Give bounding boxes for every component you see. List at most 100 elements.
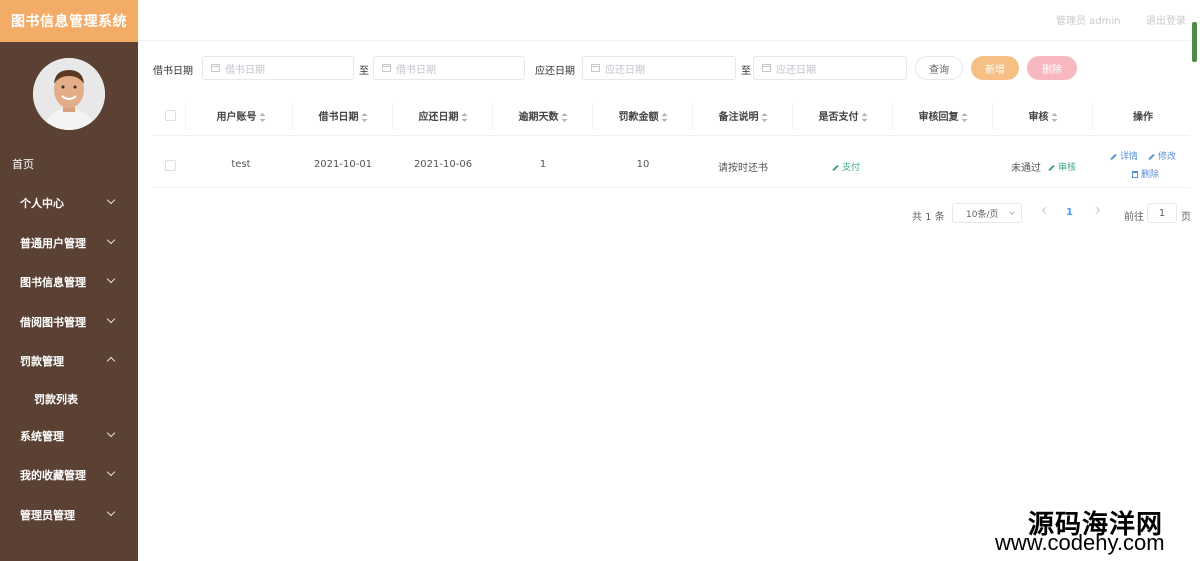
- input-placeholder: 应还日期: [605, 64, 645, 76]
- column-divider: [392, 102, 393, 130]
- input-placeholder: 借书日期: [225, 64, 265, 76]
- cell-overdue-days: 1: [539, 159, 547, 170]
- sidebar-item-label: 管理员管理: [20, 509, 75, 522]
- current-page[interactable]: 1: [1066, 207, 1073, 218]
- sidebar-item-label: 系统管理: [20, 430, 64, 443]
- sort-icon: [761, 112, 768, 122]
- sort-icon: [961, 112, 968, 122]
- page-size-select[interactable]: 10条/页: [952, 203, 1022, 223]
- sidebar-item-user-management[interactable]: 普通用户管理: [0, 233, 138, 253]
- range-separator: 至: [359, 66, 369, 77]
- range-separator: 至: [741, 66, 751, 77]
- borrow-date-start-input[interactable]: 借书日期: [202, 56, 354, 80]
- sort-icon: [1051, 112, 1058, 122]
- chevron-down-icon: [106, 428, 116, 438]
- next-page-icon[interactable]: [1092, 206, 1101, 215]
- column-header-overdue-days[interactable]: 逾期天数: [519, 108, 568, 123]
- column-header-remark[interactable]: 备注说明: [719, 108, 768, 123]
- app-title: 图书信息管理系统: [0, 0, 138, 42]
- return-date-label: 应还日期: [535, 66, 575, 77]
- chevron-down-icon: [106, 274, 116, 284]
- calendar-icon: [591, 64, 600, 72]
- row-delete-link[interactable]: 删除: [1132, 167, 1159, 180]
- sidebar-item-label: 图书信息管理: [20, 276, 86, 289]
- table-header: 用户账号 借书日期 应还日期 逾期天数 罚款金额 备注说明 是否支付 审核回复 …: [152, 96, 1190, 136]
- logout-link[interactable]: 退出登录: [1146, 12, 1186, 27]
- scrollbar[interactable]: [1192, 22, 1197, 62]
- return-date-end-input[interactable]: 应还日期: [753, 56, 907, 80]
- column-header-return-date[interactable]: 应还日期: [419, 108, 468, 123]
- column-divider: [492, 102, 493, 130]
- detail-link[interactable]: 详情: [1110, 149, 1138, 162]
- edit-icon: [1148, 153, 1155, 160]
- sidebar-item-favorites-management[interactable]: 我的收藏管理: [0, 465, 138, 485]
- borrow-date-label: 借书日期: [153, 66, 193, 77]
- chevron-down-icon: [1009, 209, 1015, 215]
- return-date-start-input[interactable]: 应还日期: [582, 56, 736, 80]
- select-all-checkbox[interactable]: [165, 110, 176, 121]
- sidebar-item-label: 个人中心: [20, 197, 64, 210]
- pay-link[interactable]: 支付: [832, 160, 860, 173]
- column-header-is-paid[interactable]: 是否支付: [819, 108, 868, 123]
- prev-page-icon[interactable]: [1041, 206, 1050, 215]
- goto-page-input[interactable]: 1: [1147, 203, 1177, 223]
- sidebar-item-borrow-management[interactable]: 借阅图书管理: [0, 312, 138, 332]
- sort-icon: [461, 112, 468, 122]
- sidebar-item-system-management[interactable]: 系统管理: [0, 426, 138, 446]
- column-header-review[interactable]: 审核: [1029, 108, 1058, 123]
- sidebar-item-home[interactable]: 首页: [12, 156, 34, 172]
- column-header-account[interactable]: 用户账号: [217, 108, 266, 123]
- sort-icon: [361, 112, 368, 122]
- column-divider: [185, 102, 186, 130]
- cell-fine-amount: 10: [636, 159, 650, 170]
- column-divider: [892, 102, 893, 130]
- column-divider: [292, 102, 293, 130]
- sidebar-item-label: 普通用户管理: [20, 237, 86, 250]
- column-divider: [992, 102, 993, 130]
- trash-icon: [1132, 171, 1138, 178]
- column-header-fine-amount[interactable]: 罚款金额: [619, 108, 668, 123]
- column-header-borrow-date[interactable]: 借书日期: [319, 108, 368, 123]
- add-button[interactable]: 新增: [971, 56, 1019, 80]
- row-checkbox[interactable]: [165, 160, 176, 171]
- page-size-value: 10条/页: [966, 209, 999, 220]
- cell-borrow-date: 2021-10-01: [313, 159, 373, 170]
- sidebar-item-admin-management[interactable]: 管理员管理: [0, 505, 138, 525]
- borrow-date-end-input[interactable]: 借书日期: [373, 56, 525, 80]
- chevron-down-icon: [106, 467, 116, 477]
- sidebar-item-book-management[interactable]: 图书信息管理: [0, 272, 138, 292]
- cell-account: test: [231, 159, 251, 170]
- sort-icon: [259, 112, 266, 122]
- chevron-down-icon: [106, 235, 116, 245]
- sort-icon: [861, 112, 868, 122]
- sidebar-item-label: 借阅图书管理: [20, 316, 86, 329]
- edit-icon: [832, 164, 839, 171]
- sidebar-item-label: 我的收藏管理: [20, 469, 86, 482]
- sidebar-item-label: 罚款管理: [20, 355, 64, 368]
- column-header-review-reply[interactable]: 审核回复: [919, 108, 968, 123]
- cell-remark: 请按时还书: [718, 163, 768, 174]
- column-divider: [592, 102, 593, 130]
- delete-button[interactable]: 删除: [1027, 56, 1077, 80]
- sidebar-item-personal-center[interactable]: 个人中心: [0, 193, 138, 213]
- chevron-down-icon: [106, 195, 116, 205]
- edit-icon: [1110, 153, 1117, 160]
- calendar-icon: [382, 64, 391, 72]
- sidebar: 图书信息管理系统 首页 个人中心 普通用户管理 图书信息管理 借阅图书管理 罚款…: [0, 0, 138, 561]
- table-row: test 2021-10-01 2021-10-06 1 10 请按时还书 支付…: [152, 136, 1190, 188]
- avatar: [33, 58, 105, 130]
- column-divider: [1092, 102, 1093, 130]
- watermark-url: www.codehy.com: [995, 530, 1165, 555]
- query-button[interactable]: 查询: [915, 56, 963, 80]
- sort-icon: [661, 112, 668, 122]
- cell-return-date: 2021-10-06: [413, 159, 473, 170]
- chevron-up-icon: [106, 356, 116, 366]
- edit-link[interactable]: 修改: [1148, 149, 1176, 162]
- column-divider: [792, 102, 793, 130]
- sidebar-subitem-fine-list[interactable]: 罚款列表: [34, 391, 78, 407]
- sidebar-item-fine-management[interactable]: 罚款管理: [0, 351, 138, 371]
- input-placeholder: 应还日期: [776, 64, 816, 76]
- page-unit-label: 页: [1181, 212, 1191, 223]
- column-divider: [692, 102, 693, 130]
- review-link[interactable]: 审核: [1048, 160, 1076, 173]
